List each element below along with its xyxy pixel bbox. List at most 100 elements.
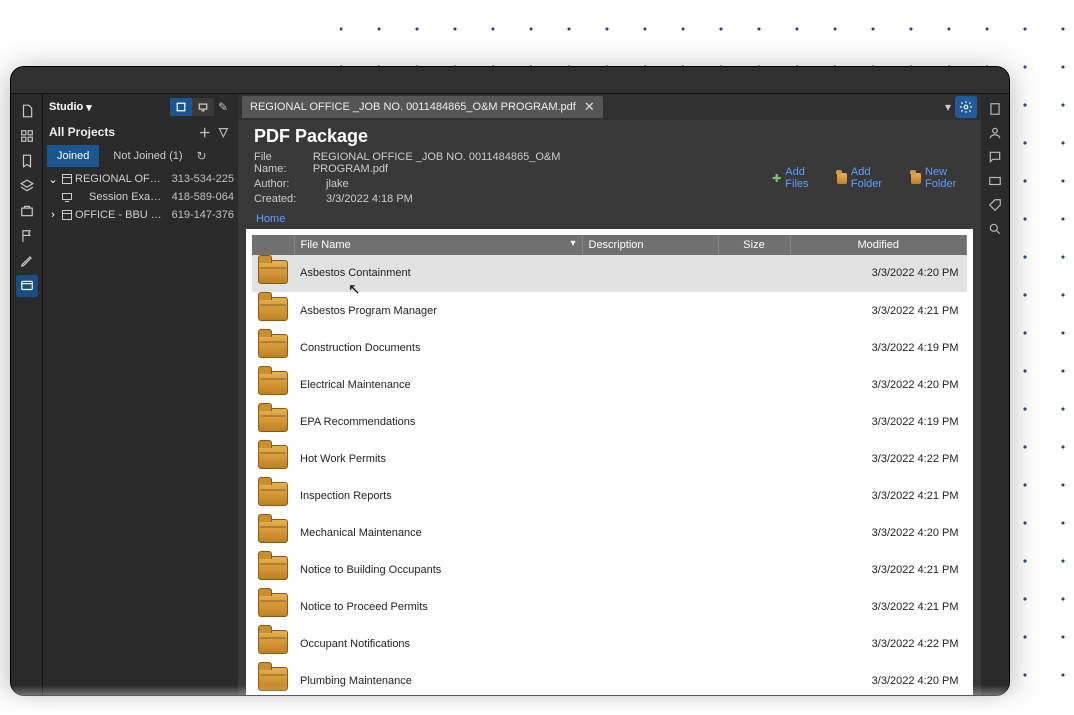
rail-flag-icon[interactable]: [16, 225, 38, 247]
row-size: [718, 440, 790, 477]
row-description: [582, 662, 718, 695]
table-row[interactable]: Construction Documents3/3/2022 4:19 PM: [252, 329, 967, 366]
window-titlebar: [11, 67, 1009, 94]
row-description: [582, 514, 718, 551]
row-description: [582, 551, 718, 588]
col-file-name[interactable]: File Name▾: [294, 235, 582, 255]
table-row[interactable]: Notice to Building Occupants3/3/2022 4:2…: [252, 551, 967, 588]
right-chat-icon[interactable]: [984, 146, 1006, 168]
page-title: PDF Package: [254, 126, 965, 147]
project-tree-item[interactable]: ›OFFICE - BBU T5 Job No...619-147-376: [47, 206, 234, 224]
document-tab[interactable]: REGIONAL OFFICE _JOB NO. 0011484865_O&M …: [242, 96, 603, 118]
table-row[interactable]: Hot Work Permits3/3/2022 4:22 PM: [252, 440, 967, 477]
table-row[interactable]: Asbestos Program Manager3/3/2022 4:21 PM: [252, 292, 967, 329]
folder-icon: [258, 445, 288, 469]
row-modified: 3/3/2022 4:21 PM: [790, 477, 967, 514]
table-row[interactable]: Inspection Reports 3/3/2022 4:21 PM: [252, 477, 967, 514]
row-description: [582, 366, 718, 403]
view-projects-button[interactable]: [170, 98, 192, 116]
row-modified: 3/3/2022 4:20 PM: [790, 662, 967, 695]
add-folder-button[interactable]: Add Folder: [837, 166, 889, 190]
right-search-icon[interactable]: [984, 218, 1006, 240]
folder-icon: [258, 482, 288, 506]
row-modified: 3/3/2022 4:21 PM: [790, 588, 967, 625]
row-file-name: Asbestos Program Manager: [294, 292, 582, 329]
row-icon-cell: [252, 514, 294, 551]
folder-icon: [911, 173, 921, 184]
row-icon-cell: [252, 477, 294, 514]
table-row[interactable]: Electrical Maintenance3/3/2022 4:20 PM: [252, 366, 967, 403]
col-size[interactable]: Size: [718, 235, 790, 255]
rail-studio-icon[interactable]: [16, 275, 38, 297]
tree-caret-icon[interactable]: ⌄: [47, 173, 59, 186]
row-size: [718, 366, 790, 403]
row-size: [718, 662, 790, 695]
col-icon[interactable]: [252, 235, 294, 255]
row-file-name: Asbestos Containment: [294, 255, 582, 292]
row-icon-cell: [252, 255, 294, 292]
tree-item-id: 313-534-225: [166, 173, 234, 185]
row-icon-cell: [252, 662, 294, 695]
rail-bookmark-icon[interactable]: [16, 150, 38, 172]
table-row[interactable]: Occupant Notifications3/3/2022 4:22 PM: [252, 625, 967, 662]
rail-pencil-icon[interactable]: [16, 250, 38, 272]
rail-grid-icon[interactable]: [16, 125, 38, 147]
table-row[interactable]: Plumbing Maintenance 3/3/2022 4:20 PM: [252, 662, 967, 695]
row-size: [718, 551, 790, 588]
settings-button[interactable]: [955, 96, 977, 118]
close-tab-button[interactable]: ✕: [584, 99, 595, 115]
document-tab-title: REGIONAL OFFICE _JOB NO. 0011484865_O&M …: [250, 101, 576, 113]
col-description[interactable]: Description: [582, 235, 718, 255]
tab-not-joined[interactable]: Not Joined (1): [103, 145, 192, 167]
add-files-button[interactable]: ✚Add Files: [772, 166, 815, 190]
row-file-name: Notice to Proceed Permits: [294, 588, 582, 625]
right-user-icon[interactable]: [984, 122, 1006, 144]
right-keyboard-icon[interactable]: [984, 170, 1006, 192]
breadcrumb: Home: [238, 209, 981, 229]
tree-item-id: 418-589-064: [166, 191, 234, 203]
row-file-name: Notice to Building Occupants: [294, 551, 582, 588]
row-icon-cell: [252, 292, 294, 329]
tab-dropdown-button[interactable]: ▾: [941, 98, 955, 116]
sort-indicator-icon: ▾: [570, 238, 575, 249]
row-description: [582, 440, 718, 477]
col-modified[interactable]: Modified: [790, 235, 967, 255]
row-modified: 3/3/2022 4:20 PM: [790, 514, 967, 551]
tree-caret-icon[interactable]: ›: [47, 209, 59, 221]
table-row[interactable]: Asbestos Containment3/3/2022 4:20 PM: [252, 255, 967, 292]
folder-icon: [258, 519, 288, 543]
filter-button[interactable]: ▽: [215, 123, 232, 141]
table-row[interactable]: Notice to Proceed Permits 3/3/2022 4:21 P…: [252, 588, 967, 625]
row-file-name: Inspection Reports: [294, 477, 582, 514]
row-file-name: Occupant Notifications: [294, 625, 582, 662]
pin-icon[interactable]: ✎: [214, 98, 232, 116]
rail-file-icon[interactable]: [16, 100, 38, 122]
rail-layers-icon[interactable]: [16, 175, 38, 197]
right-doc-icon[interactable]: [984, 98, 1006, 120]
row-file-name: Plumbing Maintenance: [294, 662, 582, 695]
refresh-button[interactable]: ↻: [193, 147, 211, 165]
project-tree-item[interactable]: Session Example418-589-064: [47, 188, 234, 206]
project-tree-item[interactable]: ⌄REGIONAL OFFICE TER...313-534-225: [47, 170, 234, 188]
tab-joined[interactable]: Joined: [47, 145, 99, 167]
row-icon-cell: [252, 588, 294, 625]
studio-dropdown[interactable]: Studio ▾: [49, 101, 92, 114]
new-folder-button[interactable]: New Folder: [911, 166, 965, 190]
right-icon-rail: [981, 94, 1009, 695]
row-icon-cell: [252, 403, 294, 440]
table-row[interactable]: EPA Recommendations3/3/2022 4:19 PM: [252, 403, 967, 440]
row-modified: 3/3/2022 4:20 PM: [790, 366, 967, 403]
folder-icon: [258, 630, 288, 654]
table-row[interactable]: Mechanical Maintenance3/3/2022 4:20 PM: [252, 514, 967, 551]
view-sessions-button[interactable]: [192, 98, 214, 116]
breadcrumb-home[interactable]: Home: [256, 213, 285, 225]
project-tree: ⌄REGIONAL OFFICE TER...313-534-225Sessio…: [43, 168, 238, 695]
chevron-down-icon: ▾: [86, 101, 92, 114]
row-file-name: EPA Recommendations: [294, 403, 582, 440]
rail-briefcase-icon[interactable]: [16, 200, 38, 222]
file-grid: File Name▾ Description Size Modified Asb…: [246, 229, 973, 695]
row-description: [582, 329, 718, 366]
add-project-button[interactable]: ＋: [195, 122, 215, 143]
folder-icon: [258, 260, 288, 284]
right-tag-icon[interactable]: [984, 194, 1006, 216]
